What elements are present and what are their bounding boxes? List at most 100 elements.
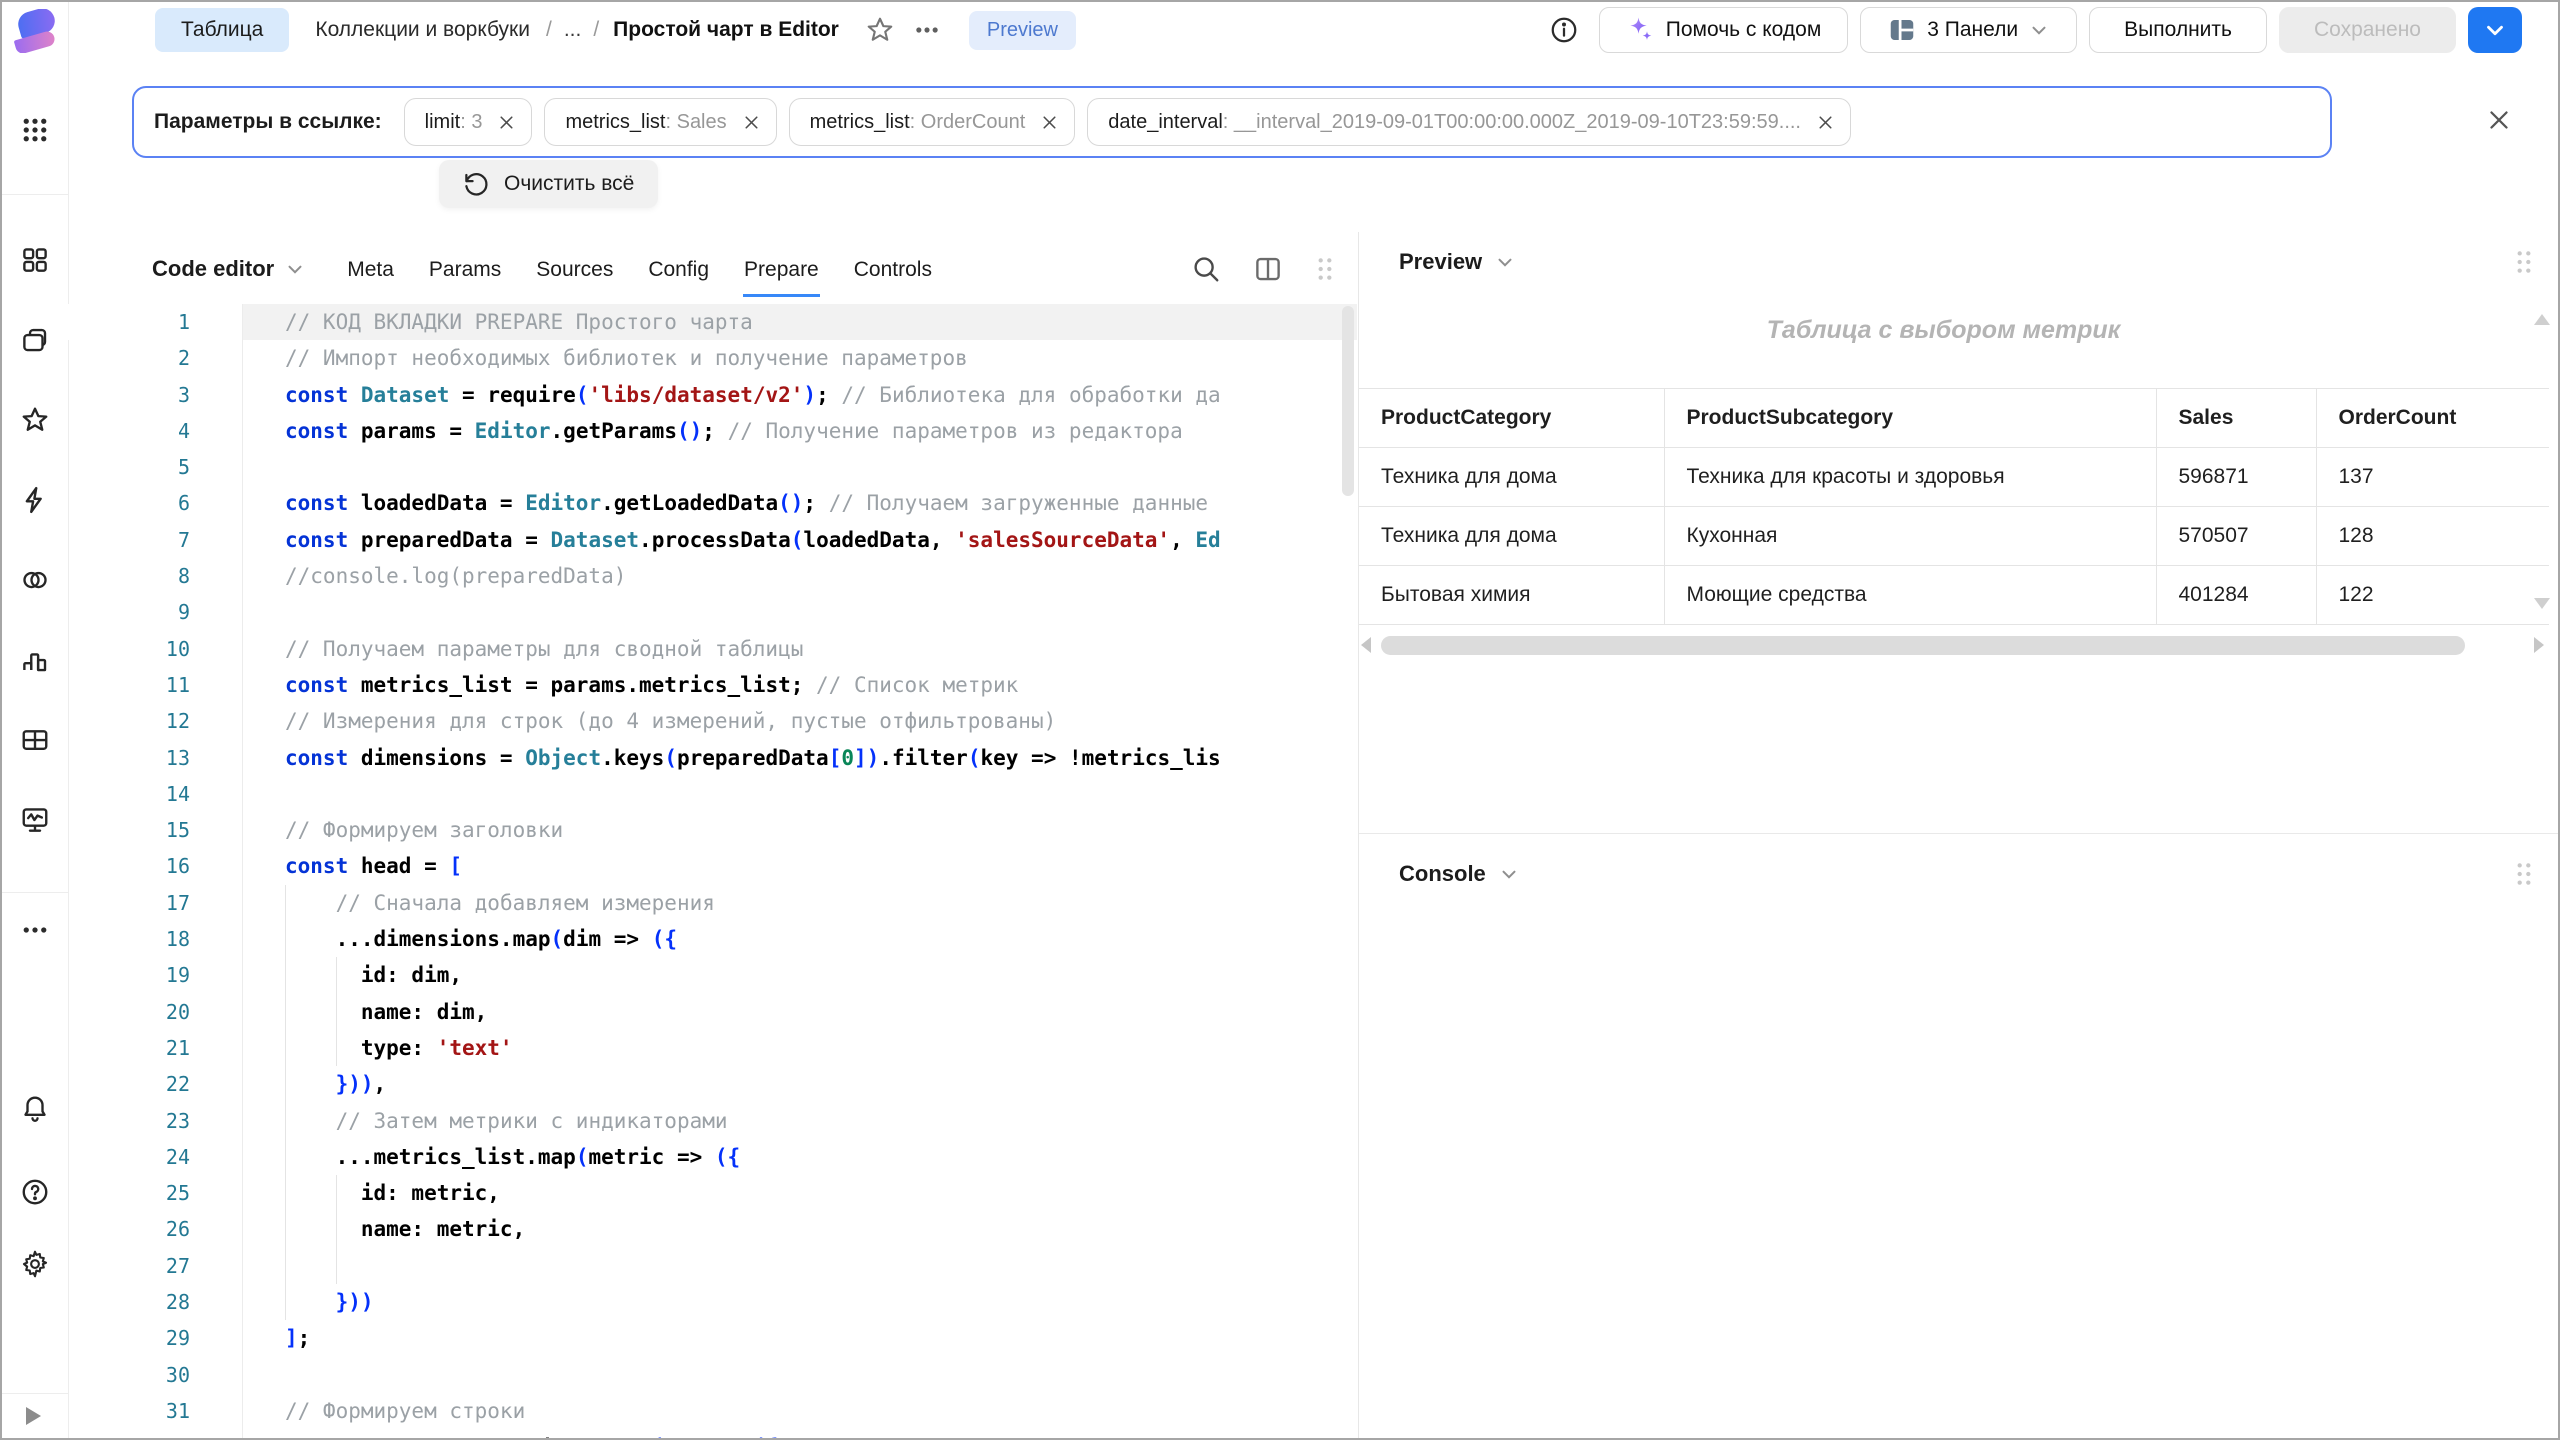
code-line[interactable]: 6const loadedData = Editor.getLoadedData… [68,485,1357,521]
remove-param-icon[interactable] [741,112,762,133]
code-line[interactable]: 24 ...metrics_list.map(metric => ({ [68,1139,1357,1175]
expand-sidebar-icon[interactable] [26,1407,41,1425]
editor-tab-config[interactable]: Config [647,241,710,297]
code-line[interactable]: 31// Формируем строки [68,1393,1357,1429]
split-view-icon[interactable] [1253,254,1283,284]
code-editor-area[interactable]: 1// КОД ВКЛАДКИ PREPARE Простого чарта2/… [68,304,1357,1438]
editor-tab-controls[interactable]: Controls [853,241,933,297]
app-logo-icon[interactable] [13,9,57,53]
code-line[interactable]: 20 name: dim, [68,994,1357,1030]
sidebar-footer [2,1393,68,1438]
code-text: const metrics_list = params.metrics_list… [242,667,1290,703]
editor-tab-sources[interactable]: Sources [535,241,614,297]
reset-icon [463,171,490,198]
panels-dropdown[interactable]: 3 Панели [1860,7,2077,53]
code-line[interactable]: 22 })), [68,1066,1357,1102]
drag-handle-icon[interactable] [2514,860,2534,888]
code-line[interactable]: 15// Формируем заголовки [68,812,1357,848]
breadcrumb-ellipsis[interactable]: ... [564,18,582,42]
code-line[interactable]: 12// Измерения для строк (до 4 измерений… [68,703,1357,739]
close-params-panel-icon[interactable] [2484,105,2514,135]
top-bar: Таблица Коллекции и воркбуки / ... / Про… [68,2,2558,58]
editor-tab-params[interactable]: Params [428,241,502,297]
editor-scrollbar[interactable] [1342,306,1354,496]
code-line[interactable]: 26 name: metric, [68,1211,1357,1247]
notifications-bell-icon[interactable] [20,1092,50,1122]
favorite-star-icon[interactable] [865,15,895,45]
code-line[interactable]: 1// КОД ВКЛАДКИ PREPARE Простого чарта [68,304,1357,340]
tab-table[interactable]: Таблица [155,8,289,52]
code-line[interactable]: 14 [68,776,1357,812]
code-text [242,449,1290,485]
scroll-right-icon[interactable] [2534,637,2544,653]
code-line[interactable]: 28 })) [68,1284,1357,1320]
chevron-down-icon [2482,17,2508,43]
code-line[interactable]: 21 type: 'text' [68,1030,1357,1066]
search-icon[interactable] [1191,254,1221,284]
code-line[interactable]: 8//console.log(preparedData) [68,558,1357,594]
editor-mode-dropdown[interactable]: Code editor [152,256,306,282]
collections-icon[interactable] [20,325,50,355]
code-line[interactable]: 16const head = [ [68,848,1357,884]
help-with-code-button[interactable]: Помочь с кодом [1599,7,1849,53]
remove-param-icon[interactable] [1039,112,1060,133]
help-with-code-label: Помочь с кодом [1666,18,1822,42]
clear-all-button[interactable]: Очистить всё [439,160,658,208]
code-line[interactable]: 2// Импорт необходимых библиотек и получ… [68,340,1357,376]
table-cell: Техника для дома [1359,507,1664,566]
editor-tab-prepare[interactable]: Prepare [743,241,820,297]
code-line[interactable]: 23 // Затем метрики с индикаторами [68,1103,1357,1139]
info-icon[interactable] [1549,15,1579,45]
run-button[interactable]: Выполнить [2089,7,2267,53]
console-dropdown[interactable]: Console [1399,861,1520,887]
code-line[interactable]: 17 // Сначала добавляем измерения [68,885,1357,921]
line-number: 1 [68,304,242,340]
editor-tab-meta[interactable]: Meta [346,241,395,297]
code-line[interactable]: 30 [68,1357,1357,1393]
param-chip[interactable]: limit : 3 [404,98,533,146]
code-line[interactable]: 27 [68,1248,1357,1284]
remove-param-icon[interactable] [496,112,517,133]
quick-actions-bolt-icon[interactable] [20,485,50,515]
param-chip[interactable]: metrics_list : Sales [544,98,776,146]
widgets-icon[interactable] [20,245,50,275]
code-line[interactable]: 7const preparedData = Dataset.processDat… [68,522,1357,558]
code-line[interactable]: 10// Получаем параметры для сводной табл… [68,631,1357,667]
preview-dropdown[interactable]: Preview [1399,249,1516,275]
code-line[interactable]: 18 ...dimensions.map(dim => ({ [68,921,1357,957]
drag-handle-icon[interactable] [2514,248,2534,276]
code-line[interactable]: 25 id: metric, [68,1175,1357,1211]
code-line[interactable]: 19 id: dim, [68,957,1357,993]
code-line[interactable]: 32const rows = preparedData.map(row => (… [68,1429,1357,1438]
param-chip[interactable]: metrics_list : OrderCount [789,98,1076,146]
preview-badge[interactable]: Preview [969,11,1076,50]
param-chip[interactable]: date_interval : __interval_2019-09-01T00… [1087,98,1851,146]
code-line[interactable]: 3const Dataset = require('libs/dataset/v… [68,377,1357,413]
settings-gear-icon[interactable] [20,1249,50,1279]
monitoring-icon[interactable] [20,805,50,835]
help-icon[interactable] [20,1177,50,1207]
code-line[interactable]: 29]; [68,1320,1357,1356]
more-actions-icon[interactable] [913,16,941,44]
apps-grid-icon[interactable] [20,115,50,145]
drag-handle-icon[interactable] [1315,255,1335,283]
clear-all-label: Очистить всё [504,172,634,196]
scroll-down-icon[interactable] [2534,598,2550,609]
scroll-up-icon[interactable] [2534,314,2550,325]
scroll-left-icon[interactable] [1361,637,1371,653]
relations-icon[interactable] [20,565,50,595]
more-icon[interactable] [20,915,50,945]
tables-icon[interactable] [20,725,50,755]
charts-icon[interactable] [20,645,50,675]
chevron-down-icon [1494,251,1516,273]
code-line[interactable]: 11const metrics_list = params.metrics_li… [68,667,1357,703]
scrollbar-thumb[interactable] [1381,636,2465,655]
save-dropdown-button[interactable] [2468,7,2522,53]
code-line[interactable]: 13const dimensions = Object.keys(prepare… [68,740,1357,776]
favorites-star-icon[interactable] [20,405,50,435]
remove-param-icon[interactable] [1815,112,1836,133]
breadcrumb-root[interactable]: Коллекции и воркбуки [315,18,530,42]
code-line[interactable]: 9 [68,594,1357,630]
code-line[interactable]: 4const params = Editor.getParams(); // П… [68,413,1357,449]
code-line[interactable]: 5 [68,449,1357,485]
